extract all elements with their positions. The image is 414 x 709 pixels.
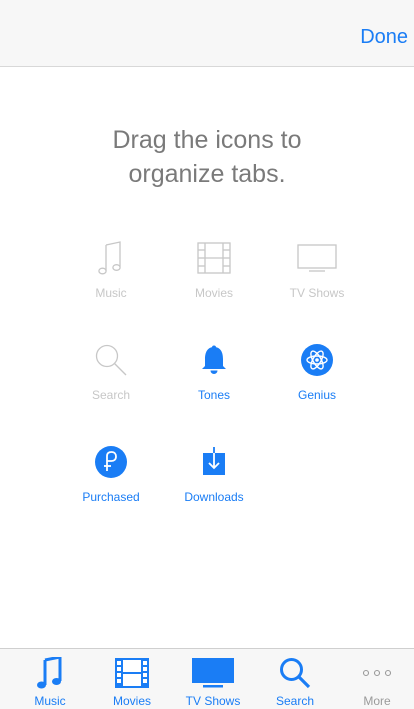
grid-item-genius[interactable]: Genius [267, 342, 367, 402]
search-icon [254, 649, 336, 693]
tab-music[interactable]: Music [9, 649, 91, 709]
grid-item-label: Genius [297, 388, 337, 402]
instruction-text: Drag the icons to organize tabs. [0, 123, 414, 191]
tab-label: Search [275, 694, 315, 708]
instruction-line-2: organize tabs. [128, 160, 286, 188]
grid-item-label: Music [95, 286, 127, 300]
grid-item-label: TV Shows [289, 286, 345, 300]
tab-bar: Music Movies TV Shows Search More [0, 648, 414, 709]
tab-movies[interactable]: Movies [91, 649, 173, 709]
film-icon [164, 240, 264, 276]
tab-label: Music [34, 694, 66, 708]
done-button[interactable]: Done [360, 26, 408, 49]
tab-search[interactable]: Search [254, 649, 336, 709]
grid-item-label: Purchased [82, 490, 140, 504]
tv-icon [172, 649, 254, 693]
tab-tv-shows[interactable]: TV Shows [172, 649, 254, 709]
grid-item-label: Downloads [184, 490, 244, 504]
grid-item-purchased[interactable]: Purchased [61, 444, 161, 504]
grid-item-label: Search [91, 388, 131, 402]
purchased-icon [61, 444, 161, 480]
music-note-icon [9, 649, 91, 693]
navigation-bar: Done [0, 0, 414, 67]
search-icon [61, 342, 161, 378]
music-note-icon [61, 240, 161, 276]
grid-item-search[interactable]: Search [61, 342, 161, 402]
grid-item-label: Movies [194, 286, 233, 300]
instruction-line-1: Drag the icons to [112, 126, 302, 154]
atom-icon [267, 342, 367, 378]
tab-more[interactable]: More [336, 649, 414, 709]
grid-item-label: Tones [197, 388, 231, 402]
grid-item-movies[interactable]: Movies [164, 240, 264, 300]
tab-label: Movies [112, 694, 151, 708]
grid-item-downloads[interactable]: Downloads [164, 444, 264, 504]
film-icon [91, 649, 173, 693]
bell-icon [164, 342, 264, 378]
tab-label: More [363, 694, 391, 708]
download-icon [164, 444, 264, 480]
grid-item-music[interactable]: Music [61, 240, 161, 300]
more-dots-icon [336, 649, 414, 693]
tab-label: TV Shows [185, 694, 241, 708]
tv-icon [267, 240, 367, 276]
grid-item-tv-shows[interactable]: TV Shows [267, 240, 367, 300]
grid-item-tones[interactable]: Tones [164, 342, 264, 402]
